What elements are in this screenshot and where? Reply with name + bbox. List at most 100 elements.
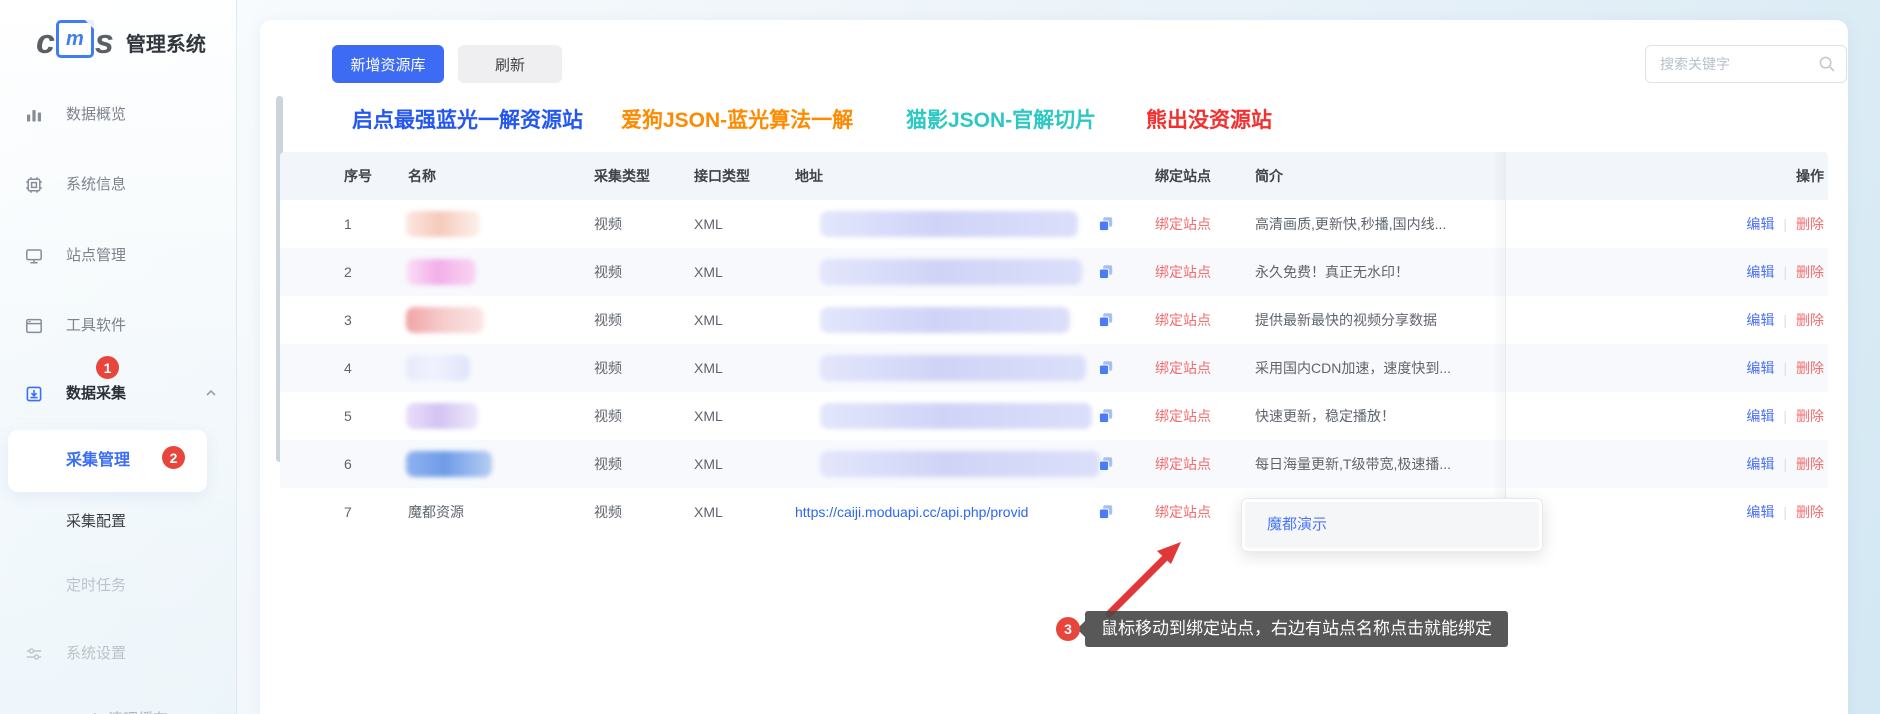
quick-link[interactable]: 爱狗JSON-蓝光算法一解 [621, 104, 853, 134]
annotation-tooltip: 鼠标移动到绑定站点，右边有站点名称点击就能绑定 [1085, 611, 1508, 647]
delete-link[interactable]: 删除 [1796, 502, 1824, 522]
action-separator: | [1783, 456, 1787, 472]
quick-link[interactable]: 猫影JSON-官解切片 [906, 104, 1096, 134]
edit-link[interactable]: 编辑 [1746, 502, 1774, 522]
edit-link[interactable]: 编辑 [1746, 214, 1774, 234]
sidebar-item-collection-config[interactable]: 采集配置 [0, 502, 236, 542]
row-actions: 编辑|删除 [1746, 296, 1824, 344]
sidebar-item-label: 站点管理 [66, 236, 126, 276]
collect-type: 视频 [594, 392, 622, 440]
api-type: XML [694, 248, 723, 296]
delete-link[interactable]: 删除 [1796, 214, 1824, 234]
popup-item[interactable]: 魔都演示 [1245, 502, 1539, 548]
resource-description: 快速更新，稳定播放！ [1255, 392, 1501, 440]
copy-icon[interactable] [1098, 264, 1114, 280]
search-input[interactable] [1658, 46, 1812, 82]
action-separator: | [1783, 504, 1787, 520]
delete-link[interactable]: 删除 [1796, 310, 1824, 330]
table-row: 2视频XML绑定站点永久免费！真正无水印！编辑|删除 [280, 248, 1828, 296]
column-header-ops: 操作 [1796, 152, 1824, 200]
sidebar-item-label: 清理缓存 [108, 700, 168, 714]
resource-url-redacted [820, 211, 1078, 237]
copy-icon[interactable] [1098, 216, 1114, 232]
sidebar-item-label: 工具软件 [66, 306, 126, 346]
sidebar-item-tools[interactable]: 工具软件 [0, 306, 236, 346]
bind-site-link[interactable]: 绑定站点 [1155, 488, 1211, 536]
edit-link[interactable]: 编辑 [1746, 310, 1774, 330]
delete-link[interactable]: 删除 [1796, 262, 1824, 282]
row-number: 7 [344, 488, 352, 536]
delete-link[interactable]: 删除 [1796, 454, 1824, 474]
sliders-icon [25, 645, 43, 663]
copy-icon[interactable] [1098, 360, 1114, 376]
collect-type: 视频 [594, 440, 622, 488]
app-title: 管理系统 [126, 28, 206, 57]
chip-icon [25, 176, 43, 194]
column-header-api: 接口类型 [694, 152, 750, 200]
sidebar-item-system-info[interactable]: 系统信息 [0, 165, 236, 205]
table-row: 6视频XML绑定站点每日海量更新,T级带宽,极速播...编辑|删除 [280, 440, 1828, 488]
app-window-icon [25, 317, 43, 335]
table-header [280, 152, 1828, 200]
api-type: XML [694, 296, 723, 344]
copy-icon[interactable] [1098, 312, 1114, 328]
column-header-addr: 地址 [795, 152, 823, 200]
quick-link[interactable]: 熊出没资源站 [1146, 104, 1272, 134]
row-actions: 编辑|删除 [1746, 344, 1824, 392]
sidebar-item-data-collection[interactable]: 数据采集 [0, 374, 236, 414]
fixed-column-shadow [1493, 152, 1505, 536]
resource-description: 高清画质,更新快,秒播,国内线... [1255, 200, 1501, 248]
app-window: c m s 管理系统 数据概览 系统信息 [0, 0, 1880, 714]
bind-site-link[interactable]: 绑定站点 [1155, 344, 1211, 392]
copy-icon[interactable] [1098, 456, 1114, 472]
bind-site-link[interactable]: 绑定站点 [1155, 200, 1211, 248]
chevron-up-icon[interactable] [203, 385, 219, 401]
site-link[interactable]: 魔都演示 [1267, 502, 1327, 548]
sidebar-item-system-settings[interactable]: 系统设置 [0, 634, 236, 674]
bind-site-link[interactable]: 绑定站点 [1155, 440, 1211, 488]
refresh-button[interactable]: 刷新 [458, 45, 562, 83]
resource-description: 采用国内CDN加速，速度快到... [1255, 344, 1501, 392]
bind-site-link[interactable]: 绑定站点 [1155, 248, 1211, 296]
resource-url-redacted [820, 451, 1100, 477]
collect-type: 视频 [594, 248, 622, 296]
collect-type: 视频 [594, 296, 622, 344]
delete-link[interactable]: 删除 [1796, 406, 1824, 426]
collect-type: 视频 [594, 344, 622, 392]
api-type: XML [694, 488, 723, 536]
edit-link[interactable]: 编辑 [1746, 454, 1774, 474]
refresh-button-label: 刷新 [495, 54, 525, 75]
bind-site-link[interactable]: 绑定站点 [1155, 296, 1211, 344]
row-actions: 编辑 | 删除 [1746, 248, 1824, 296]
row-actions: 编辑 | 删除 [1746, 488, 1824, 536]
bind-site-link[interactable]: 绑定站点 [1155, 392, 1211, 440]
sidebar-item-clear-cache[interactable]: 清理缓存 [0, 700, 236, 714]
action-separator: | [1783, 264, 1787, 280]
logo-document-icon: m [56, 20, 94, 58]
resource-name-redacted [406, 403, 478, 429]
add-resource-button[interactable]: 新增资源库 [332, 45, 444, 83]
search-icon[interactable] [1818, 55, 1836, 73]
delete-link[interactable]: 删除 [1796, 358, 1824, 378]
copy-icon[interactable] [1098, 408, 1114, 424]
edit-link[interactable]: 编辑 [1746, 262, 1774, 282]
edit-link[interactable]: 编辑 [1746, 358, 1774, 378]
quick-link[interactable]: 启点最强蓝光一解资源站 [352, 104, 583, 134]
sidebar-item-scheduled-tasks[interactable]: 定时任务 [0, 566, 236, 606]
resource-url-redacted [820, 307, 1070, 333]
resource-url-redacted [820, 403, 1092, 429]
resource-url[interactable]: https://caiji.moduapi.cc/api.php/provid [795, 488, 1077, 536]
action-separator: | [1783, 408, 1787, 424]
edit-link[interactable]: 编辑 [1746, 406, 1774, 426]
monitor-icon [25, 247, 43, 265]
copy-icon[interactable] [1098, 504, 1114, 520]
row-actions: 编辑 | 删除 [1746, 440, 1824, 488]
sidebar-item-site-management[interactable]: 站点管理 [0, 236, 236, 276]
resource-description: 提供最新最快的视频分享数据 [1255, 296, 1501, 344]
bind-site-popup: 魔都演示 [1241, 498, 1543, 552]
sidebar-item-data-overview[interactable]: 数据概览 [0, 95, 236, 135]
step-badge-2: 2 [162, 446, 185, 469]
resource-description: 永久免费！真正无水印！ [1255, 248, 1501, 296]
sidebar: c m s 管理系统 数据概览 系统信息 [0, 0, 237, 714]
search-box [1645, 45, 1847, 83]
